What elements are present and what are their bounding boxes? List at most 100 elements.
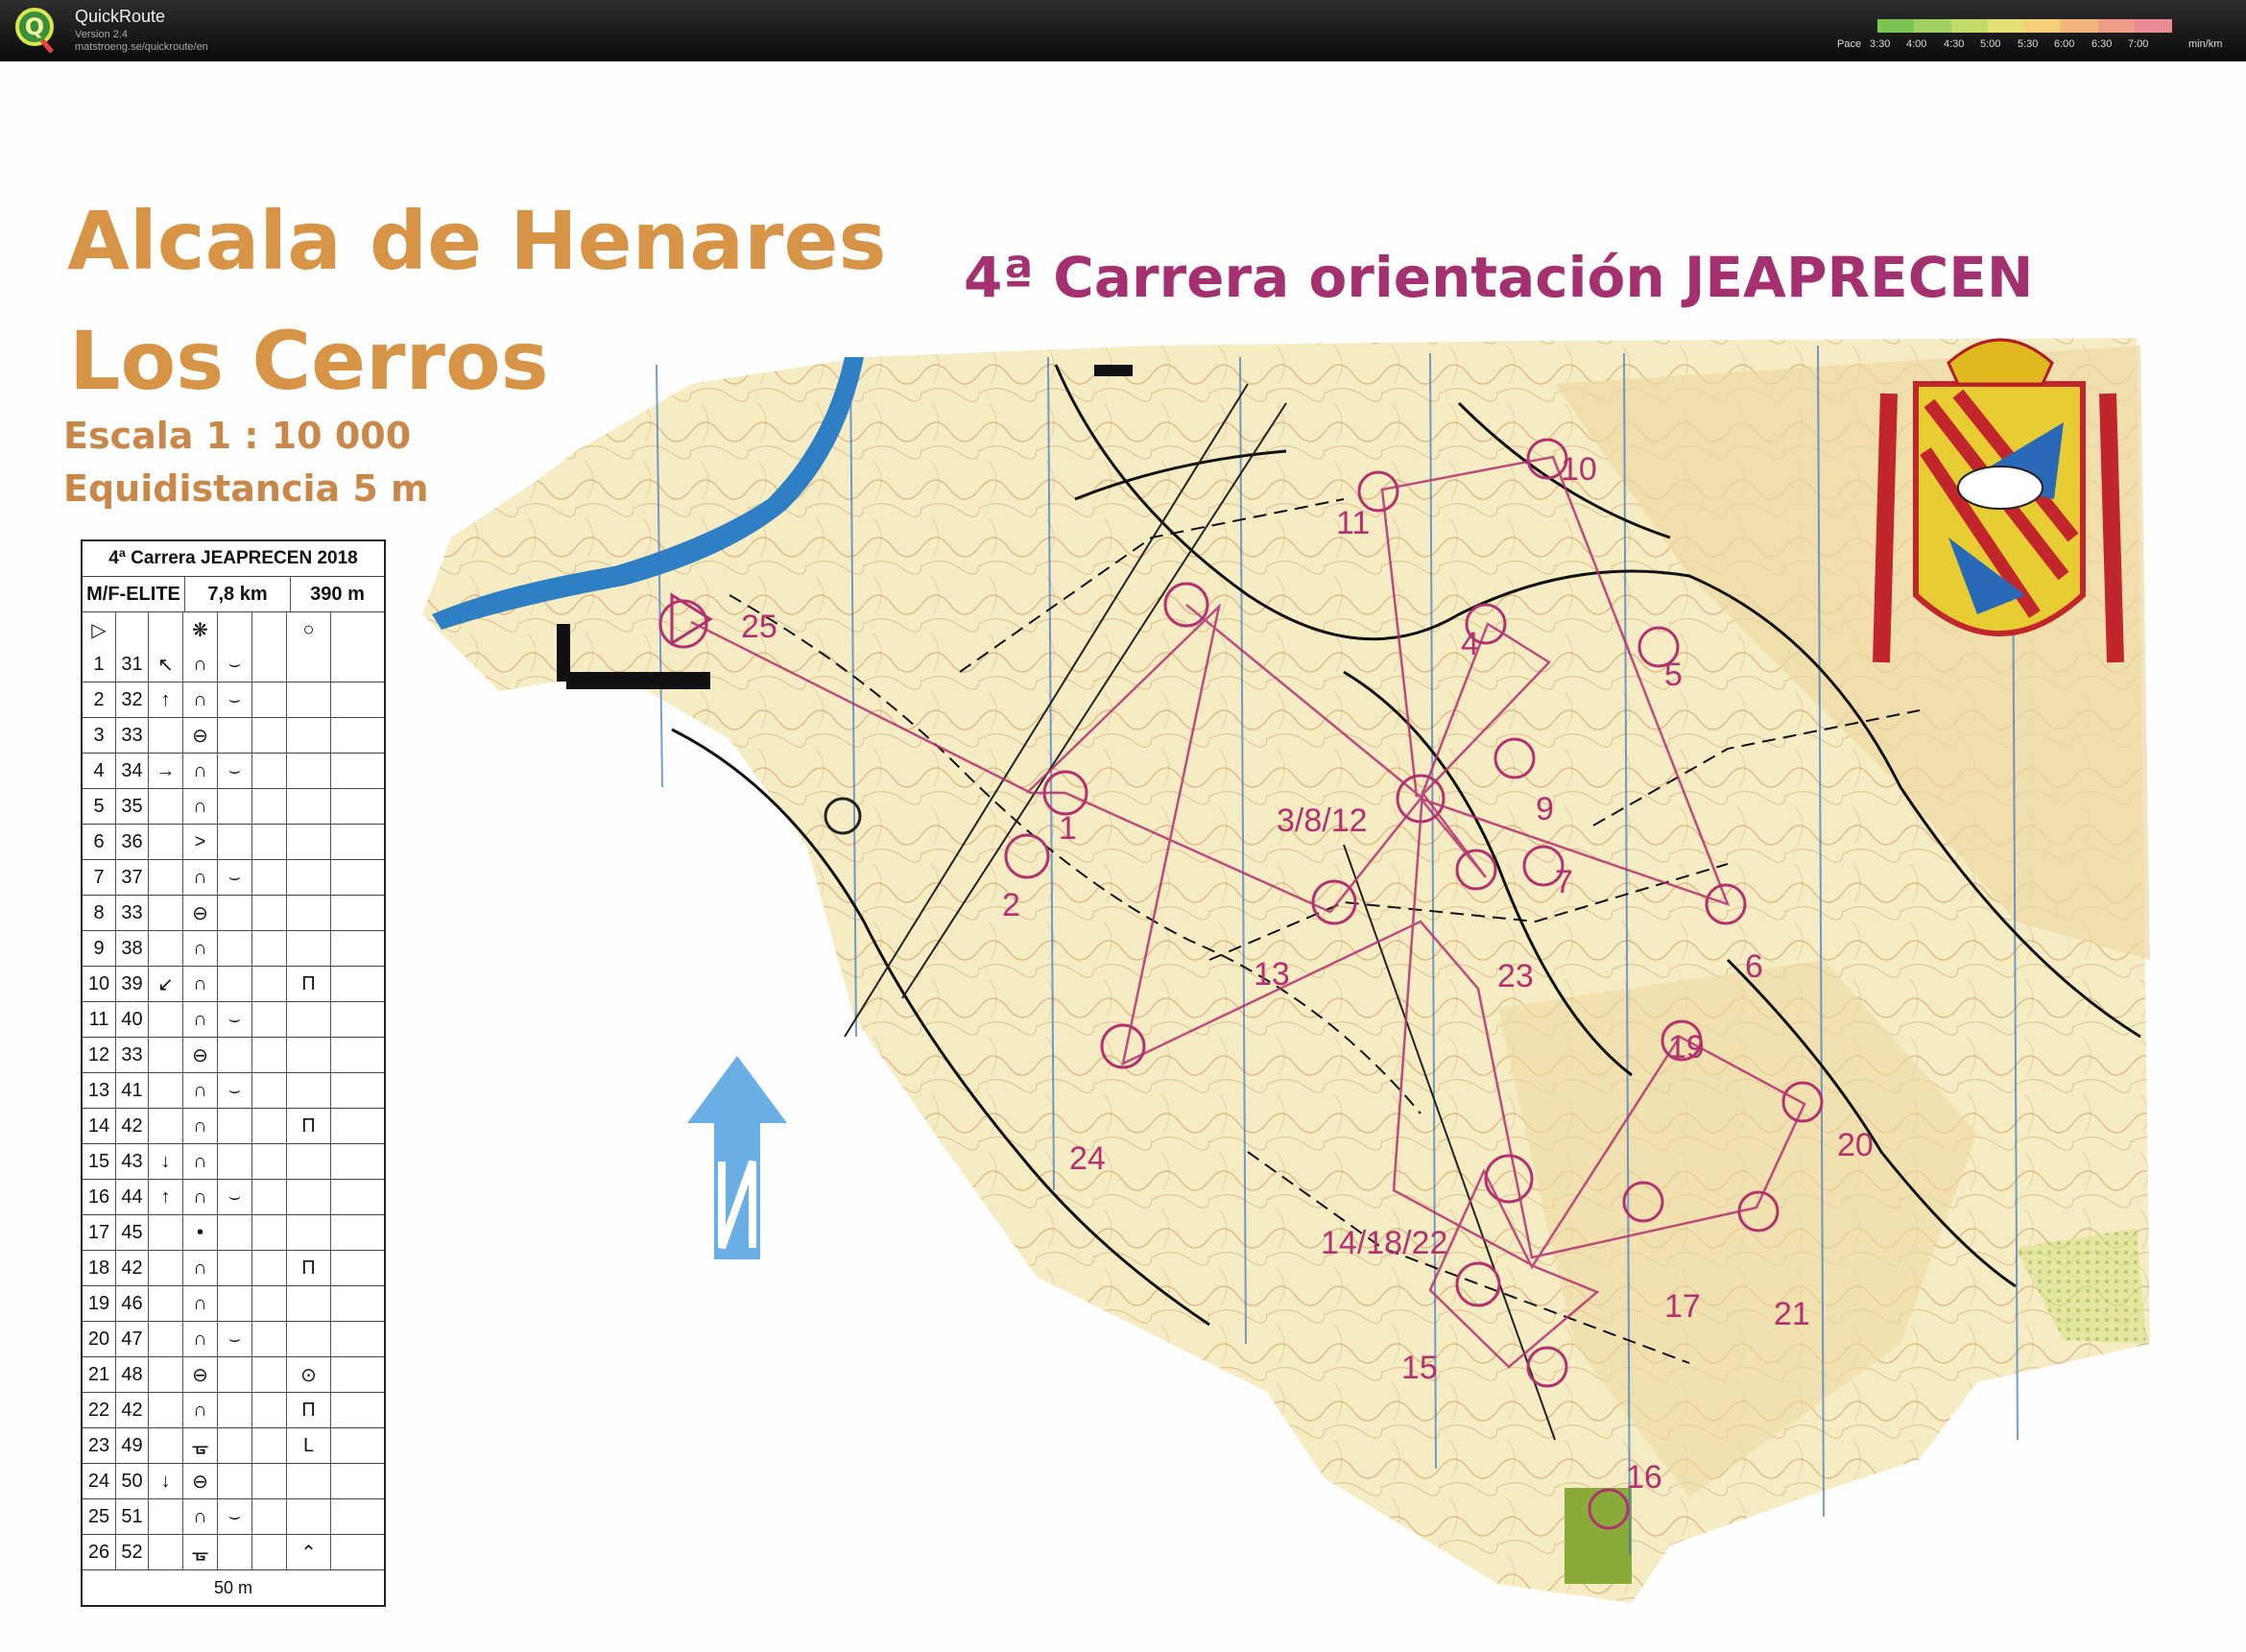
- pace-color-segment: [1950, 19, 1989, 33]
- control-label-16: 16: [1626, 1459, 1662, 1496]
- legend-footer: 50 m: [83, 1569, 384, 1605]
- legend-cell-extra: [286, 718, 330, 753]
- legend-cell-n: 18: [87, 1257, 110, 1279]
- legend-cell-extra: Π: [286, 1251, 330, 1285]
- legend-cell-n: 20: [87, 1328, 110, 1350]
- legend-cell-feat: ∩: [182, 1144, 217, 1179]
- control-label-19: 19: [1668, 1029, 1705, 1065]
- app-url-link[interactable]: matstroeng.se/quickroute/en: [75, 41, 208, 53]
- pace-tick: 5:30: [2018, 38, 2039, 50]
- legend-control-rows: 1 31 ↖ ∩ ⌣ 2 32 ↑ ∩ ⌣ 3 33 ⊖ 4 34 → ∩ ⌣ 5 35 ∩ 6 36 >7 37 ∩ ⌣ 8 33 ⊖ 9…: [83, 647, 384, 1569]
- legend-cell-empty: [251, 1180, 286, 1214]
- legend-cell-empty: [251, 1535, 286, 1569]
- legend-cell-empty: [251, 718, 286, 753]
- legend-cell-feat: >: [182, 825, 217, 859]
- legend-cell-det: [217, 1286, 251, 1321]
- control-label-21: 21: [1774, 1296, 1810, 1332]
- pace-tick: 3:30: [1870, 38, 1891, 50]
- legend-cell-dir: ↓: [148, 1464, 182, 1498]
- control-label-6: 6: [1745, 948, 1763, 985]
- legend-cell-n: 25: [87, 1505, 110, 1527]
- legend-cell-empty: [330, 1144, 384, 1179]
- legend-cell-empty: [251, 1499, 286, 1534]
- legend-cell-empty: [330, 1073, 384, 1108]
- legend-cell-det: ⌣: [217, 1180, 251, 1214]
- legend-cell-extra: [286, 647, 330, 682]
- legend-cell-dir: [148, 1109, 182, 1143]
- legend-cell-dir: ↑: [148, 1180, 182, 1214]
- legend-cell-det: ⌣: [217, 1002, 251, 1037]
- legend-cell-extra: [286, 931, 330, 966]
- legend-cell-det: ⌣: [217, 1322, 251, 1356]
- legend-cell-n: 7: [93, 866, 105, 888]
- legend-cell-empty: [251, 1073, 286, 1108]
- legend-cell-code: 42: [115, 1251, 148, 1285]
- legend-cell-empty: [330, 1322, 384, 1356]
- legend-cell-n: 17: [87, 1221, 110, 1243]
- legend-cell-empty: [330, 754, 384, 788]
- legend-cell-feat: ∩: [182, 1073, 217, 1108]
- legend-cell-empty: [251, 931, 286, 966]
- legend-cell-empty: [251, 647, 286, 682]
- legend-cell-extra: [286, 1002, 330, 1037]
- legend-cell-code: 39: [115, 967, 148, 1001]
- control-label-13: 13: [1254, 956, 1290, 993]
- legend-cell-det: [217, 1144, 251, 1179]
- legend-cell-feat: ⊖: [182, 1357, 217, 1392]
- legend-event-name: 4ª Carrera JEAPRECEN 2018: [108, 548, 358, 568]
- legend-cell-dir: [148, 1038, 182, 1072]
- legend-cell-empty: [330, 718, 384, 753]
- legend-cell-empty: [330, 1357, 384, 1392]
- legend-cell-feat: ∩: [182, 1322, 217, 1356]
- map-title-area: Los Cerros: [69, 314, 549, 408]
- legend-cell-n: 24: [87, 1470, 110, 1492]
- legend-cell-extra: [286, 1038, 330, 1072]
- control-label-15: 15: [1401, 1350, 1438, 1386]
- legend-cell-det: ⌣: [217, 682, 251, 717]
- legend-cell-extra: [286, 754, 330, 788]
- legend-cell-code: 32: [115, 682, 148, 717]
- legend-cell-det: [217, 967, 251, 1001]
- legend-cell-feat: ∩: [182, 1002, 217, 1037]
- legend-control-row: 1 31 ↖ ∩ ⌣: [83, 647, 384, 682]
- legend-control-row: 10 39 ↙ ∩ Π: [83, 966, 384, 1001]
- pace-unit: min/km: [2188, 38, 2223, 50]
- legend-cell-code: 49: [115, 1428, 148, 1463]
- legend-cell-code: 41: [115, 1073, 148, 1108]
- legend-control-row: 13 41 ∩ ⌣: [83, 1072, 384, 1108]
- legend-control-row: 21 48 ⊖ ⊙: [83, 1356, 384, 1392]
- legend-cell-dir: ↙: [148, 967, 182, 1001]
- legend-cell-empty: [330, 931, 384, 966]
- legend-cell-extra: [286, 1464, 330, 1498]
- legend-cell-dir: [148, 1073, 182, 1108]
- pace-scale-labels: Pace 3:30 4:00 4:30 5:00 5:30 6:00 6:30 …: [1837, 38, 2240, 54]
- map-title-city: Alcala de Henares: [67, 194, 887, 288]
- legend-control-row: 7 37 ∩ ⌣: [83, 859, 384, 895]
- legend-cell-extra: [286, 860, 330, 895]
- legend-cell-code: 42: [115, 1393, 148, 1427]
- legend-control-row: 4 34 → ∩ ⌣: [83, 753, 384, 788]
- legend-control-row: 12 33 ⊖: [83, 1037, 384, 1072]
- legend-cell-empty: [330, 1393, 384, 1427]
- pace-color-segment: [2061, 19, 2099, 33]
- legend-cell-feat: ∩: [182, 1286, 217, 1321]
- svg-text:Q: Q: [25, 13, 44, 40]
- legend-cell-code: 48: [115, 1357, 148, 1392]
- legend-course-row: M/F-ELITE 7,8 km 390 m: [83, 576, 384, 611]
- legend-cell-dir: [148, 896, 182, 930]
- green-area: [1565, 1488, 1632, 1584]
- control-label-4: 4: [1461, 626, 1479, 662]
- legend-cell-code: 42: [115, 1109, 148, 1143]
- start-triangle-icon: ▷: [91, 619, 107, 641]
- legend-cell-empty: [251, 860, 286, 895]
- legend-cell-code: 33: [115, 896, 148, 930]
- legend-cell-det: [217, 789, 251, 824]
- start-feature-icon: ❋: [182, 612, 217, 647]
- map-scale: Escala 1 : 10 000: [63, 415, 412, 457]
- legend-cell-dir: [148, 860, 182, 895]
- pace-color-segment: [2024, 19, 2063, 33]
- legend-cell-code: 51: [115, 1499, 148, 1534]
- legend-cell-extra: L: [286, 1428, 330, 1463]
- legend-cell-empty: [251, 1322, 286, 1356]
- legend-cell-code: 50: [115, 1464, 148, 1498]
